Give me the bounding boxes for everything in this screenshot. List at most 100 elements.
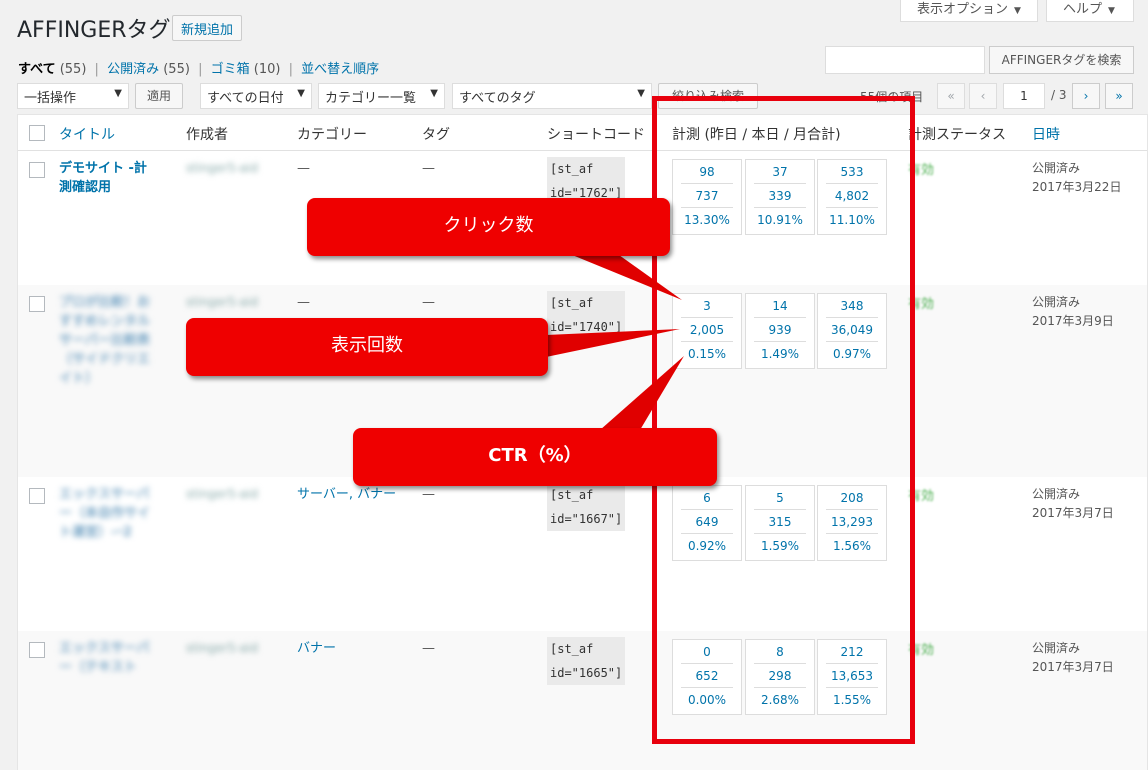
metric-impressions: 36,049 bbox=[826, 318, 878, 342]
page-title: AFFINGERタグ bbox=[17, 18, 171, 43]
filter-published[interactable]: 公開済み bbox=[107, 62, 159, 77]
column-author: 作成者 bbox=[186, 127, 228, 143]
next-page-button[interactable]: › bbox=[1072, 83, 1100, 109]
filter-trash-count: (10) bbox=[253, 62, 281, 77]
filter-sort-order[interactable]: 並べ替え順序 bbox=[301, 62, 379, 77]
row-title-link[interactable]: デモサイト -計測確認用 bbox=[59, 159, 159, 197]
row-author[interactable]: stinger5-aid bbox=[186, 639, 258, 658]
row-author[interactable]: stinger5-aid bbox=[186, 293, 258, 312]
filter-trash[interactable]: ゴミ箱 bbox=[211, 62, 250, 77]
row-date: 2017年3月7日 bbox=[1032, 506, 1114, 520]
metric-impressions: 4,802 bbox=[826, 184, 878, 208]
items-count: 55個の項目 bbox=[860, 90, 924, 104]
metric-impressions: 339 bbox=[754, 184, 806, 208]
metric-ctr: 1.49% bbox=[760, 347, 800, 361]
status-filter-links: すべて (55) | 公開済み (55) | ゴミ箱 (10) | 並べ替え順序 bbox=[18, 58, 379, 77]
date-filter-value: すべての日付 bbox=[207, 91, 284, 106]
screen-options-label: 表示オプション bbox=[917, 2, 1009, 17]
row-title-link[interactable]: プロが比較！おすすめレンタルサーバー比較表（サイドクリエイト） bbox=[59, 293, 159, 388]
bulk-action-select[interactable]: 一括操作 ▼ bbox=[17, 83, 129, 109]
metric-clicks: 98 bbox=[681, 160, 733, 184]
metric-impressions: 2,005 bbox=[681, 318, 733, 342]
metric-impressions: 315 bbox=[754, 510, 806, 534]
metric-box: 5 315 1.59% bbox=[745, 485, 815, 561]
row-checkbox[interactable] bbox=[29, 488, 45, 504]
caret-down-icon: ▼ bbox=[1014, 6, 1021, 16]
dropdown-arrow-icon: ▼ bbox=[637, 88, 645, 99]
row-category: — bbox=[297, 161, 310, 176]
metric-clicks: 3 bbox=[681, 294, 733, 318]
row-date: 2017年3月7日 bbox=[1032, 660, 1114, 674]
screen-options-button[interactable]: 表示オプション ▼ bbox=[900, 0, 1038, 22]
row-shortcode: [st_af id="1665"] bbox=[547, 637, 626, 685]
metric-ctr: 1.55% bbox=[832, 693, 872, 707]
metric-box: 98 737 13.30% bbox=[672, 159, 742, 235]
tag-filter-select[interactable]: すべてのタグ ▼ bbox=[452, 83, 652, 109]
metric-ctr: 0.15% bbox=[687, 347, 727, 361]
metric-box: 348 36,049 0.97% bbox=[817, 293, 887, 369]
row-category[interactable]: サーバー, バナー bbox=[297, 485, 396, 504]
total-pages: / 3 bbox=[1051, 88, 1067, 102]
dropdown-arrow-icon: ▼ bbox=[430, 88, 438, 99]
row-author[interactable]: stinger5-aid bbox=[186, 485, 258, 504]
metric-clicks: 5 bbox=[754, 486, 806, 510]
date-filter-select[interactable]: すべての日付 ▼ bbox=[200, 83, 312, 109]
impressions-callout: 表示回数 bbox=[186, 318, 548, 376]
row-status: 有効 bbox=[908, 297, 935, 312]
category-filter-select[interactable]: カテゴリー一覧 ▼ bbox=[318, 83, 445, 109]
metric-impressions: 652 bbox=[681, 664, 733, 688]
row-title-link[interactable]: エックスサーバー（本自作サイト運営）-ｰ2 bbox=[59, 485, 159, 542]
metric-box: 3 2,005 0.15% bbox=[672, 293, 742, 369]
table-header: タイトル 作成者 カテゴリー タグ ショートコード 計測 (昨日 / 本日 / … bbox=[18, 115, 1147, 151]
category-filter-value: カテゴリー一覧 bbox=[325, 91, 417, 106]
metric-impressions: 13,653 bbox=[826, 664, 878, 688]
metric-box: 37 339 10.91% bbox=[745, 159, 815, 235]
current-page-input[interactable]: 1 bbox=[1003, 83, 1045, 109]
prev-page-button: ‹ bbox=[969, 83, 997, 109]
row-checkbox[interactable] bbox=[29, 296, 45, 312]
table-row: エックスサーバー（テキスト stinger5-aid バナー — [st_af id="… bbox=[18, 631, 1147, 770]
dropdown-arrow-icon: ▼ bbox=[114, 88, 122, 99]
column-date[interactable]: 日時 bbox=[1032, 124, 1060, 144]
column-status: 計測ステータス bbox=[908, 127, 1006, 143]
metric-clicks: 14 bbox=[754, 294, 806, 318]
row-tag: — bbox=[422, 641, 435, 656]
filter-all[interactable]: すべて bbox=[18, 62, 56, 77]
search-button[interactable]: AFFINGERタグを検索 bbox=[989, 46, 1134, 74]
row-date: 2017年3月22日 bbox=[1032, 180, 1122, 194]
column-metrics: 計測 (昨日 / 本日 / 月合計) bbox=[672, 127, 841, 143]
help-label: ヘルプ bbox=[1063, 2, 1103, 17]
row-author[interactable]: stinger5-aid bbox=[186, 159, 258, 178]
table-row: エックスサーバー（本自作サイト運営）-ｰ2 stinger5-aid サーバー, バ… bbox=[18, 477, 1147, 631]
metric-clicks: 37 bbox=[754, 160, 806, 184]
row-shortcode: [st_af id="1667"] bbox=[547, 483, 626, 531]
row-checkbox[interactable] bbox=[29, 642, 45, 658]
metric-ctr: 13.30% bbox=[684, 213, 730, 227]
filter-button[interactable]: 絞り込み検索 bbox=[658, 83, 758, 109]
metric-box: 6 649 0.92% bbox=[672, 485, 742, 561]
search-input[interactable] bbox=[825, 46, 985, 74]
row-date-status: 公開済み bbox=[1032, 487, 1081, 501]
metric-impressions: 737 bbox=[681, 184, 733, 208]
filter-published-count: (55) bbox=[163, 62, 190, 77]
row-status: 有効 bbox=[908, 489, 935, 504]
apply-button[interactable]: 適用 bbox=[135, 83, 183, 109]
metric-clicks: 6 bbox=[681, 486, 733, 510]
row-checkbox[interactable] bbox=[29, 162, 45, 178]
row-title-link[interactable]: エックスサーバー（テキスト bbox=[59, 639, 159, 677]
add-new-button[interactable]: 新規追加 bbox=[172, 15, 243, 41]
metric-ctr: 10.91% bbox=[757, 213, 803, 227]
last-page-button[interactable]: » bbox=[1105, 83, 1133, 109]
metric-impressions: 649 bbox=[681, 510, 733, 534]
metric-ctr: 1.56% bbox=[832, 539, 872, 553]
column-tag: タグ bbox=[422, 127, 450, 143]
column-title[interactable]: タイトル bbox=[59, 124, 115, 144]
metric-ctr: 0.92% bbox=[687, 539, 727, 553]
metric-box: 212 13,653 1.55% bbox=[817, 639, 887, 715]
metric-box: 208 13,293 1.56% bbox=[817, 485, 887, 561]
help-button[interactable]: ヘルプ ▼ bbox=[1046, 0, 1134, 22]
filter-separator: | bbox=[198, 62, 203, 77]
row-category[interactable]: バナー bbox=[297, 639, 336, 658]
select-all-checkbox[interactable] bbox=[29, 125, 45, 141]
metric-box: 14 939 1.49% bbox=[745, 293, 815, 369]
